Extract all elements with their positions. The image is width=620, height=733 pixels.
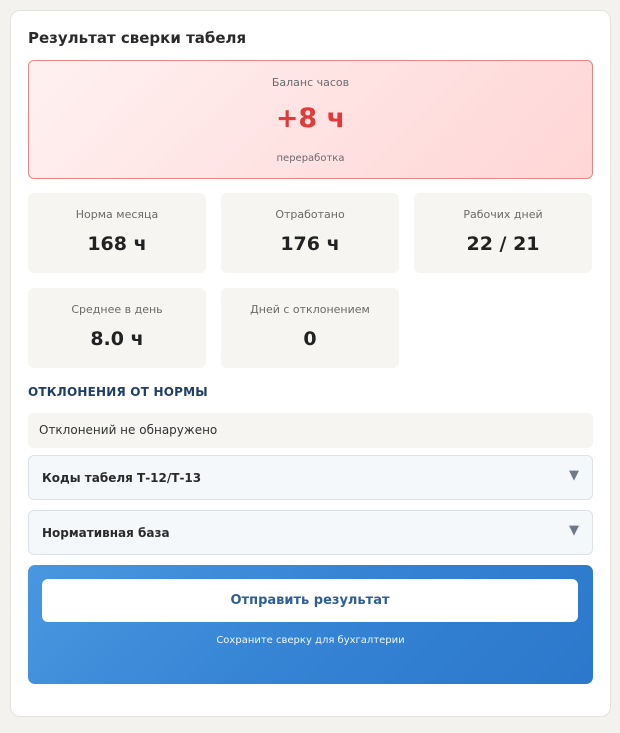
stat-label: Рабочих дней xyxy=(463,208,543,221)
stat-daily-average: Среднее в день 8.0 ч xyxy=(28,288,206,368)
submit-panel: Отправить результат Сохраните сверку для… xyxy=(28,565,593,684)
stat-value: 0 xyxy=(303,328,317,350)
chevron-down-icon: ▼ xyxy=(569,468,579,483)
stat-label: Дней с отклонением xyxy=(250,303,370,316)
accordion-label: Коды табеля Т-12/Т-13 xyxy=(42,471,202,485)
submit-hint: Сохраните сверку для бухгалтерии xyxy=(216,635,405,646)
stat-working-days: Рабочих дней 22 / 21 xyxy=(414,193,592,273)
chevron-down-icon: ▼ xyxy=(569,523,579,538)
submit-result-button[interactable]: Отправить результат xyxy=(42,579,578,622)
balance-value: +8 ч xyxy=(275,103,346,134)
stat-label: Норма месяца xyxy=(75,208,159,221)
stat-label: Отработано xyxy=(275,208,345,221)
accordion-label: Нормативная база xyxy=(42,526,170,540)
stat-worked: Отработано 176 ч xyxy=(221,193,399,273)
balance-label: Баланс часов xyxy=(271,76,350,89)
reconciliation-card: Результат сверки табеля Баланс часов +8 … xyxy=(10,10,611,717)
stat-label: Среднее в день xyxy=(71,303,163,316)
stat-value: 22 / 21 xyxy=(466,233,540,255)
stat-value: 8.0 ч xyxy=(90,328,144,350)
accordion-timesheet-codes[interactable]: Коды табеля Т-12/Т-13 ▼ xyxy=(28,455,593,500)
page-title: Результат сверки табеля xyxy=(28,29,247,47)
stat-value: 168 ч xyxy=(87,233,147,255)
no-deviations-message: Отклонений не обнаружено xyxy=(28,413,593,448)
stat-deviation-days: Дней с отклонением 0 xyxy=(221,288,399,368)
balance-note: переработка xyxy=(276,153,345,164)
stat-value: 176 ч xyxy=(280,233,340,255)
accordion-regulatory-base[interactable]: Нормативная база ▼ xyxy=(28,510,593,555)
stat-month-norm: Норма месяца 168 ч xyxy=(28,193,206,273)
balance-panel: Баланс часов +8 ч переработка xyxy=(28,60,593,179)
deviations-heading: ОТКЛОНЕНИЯ ОТ НОРМЫ xyxy=(28,385,208,399)
